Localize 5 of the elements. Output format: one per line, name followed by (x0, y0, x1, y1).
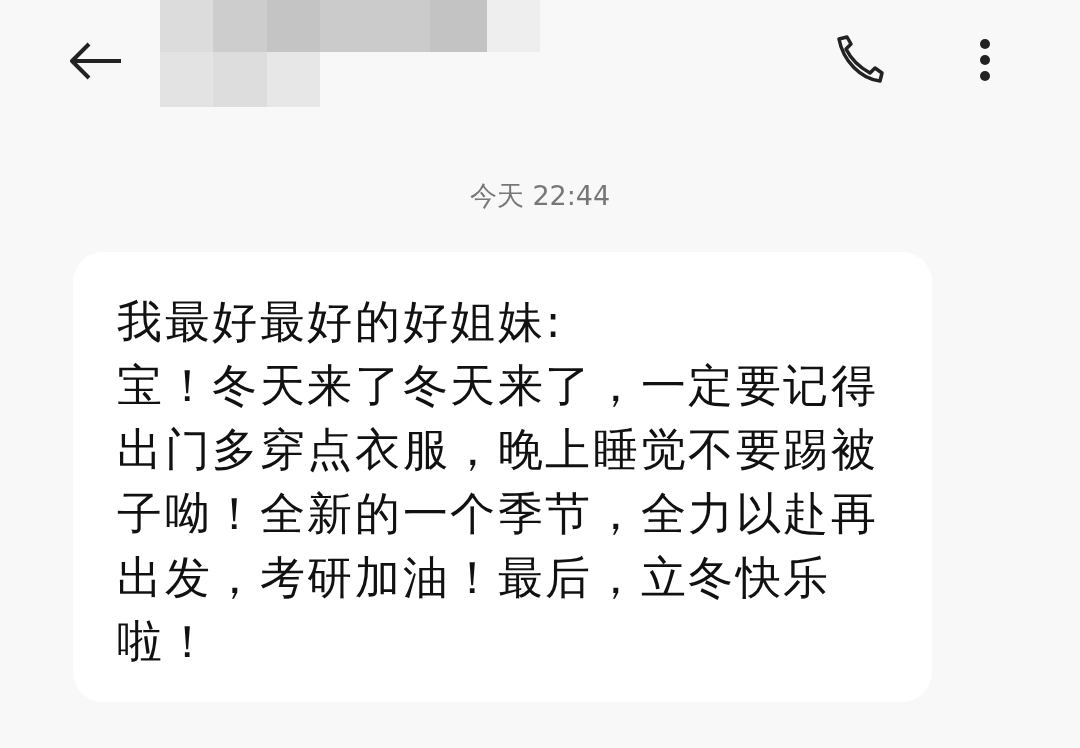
more-options-icon[interactable] (978, 38, 992, 82)
message-bubble: 我最好最好的好姐妹: 宝！冬天来了冬天来了，一定要记得出门多穿点衣服，晚上睡觉不要踢被子呦！全新的一个季节，全力以赴再出发，考研加油！最后，立冬快乐啦！ (73, 252, 932, 702)
timestamp: 今天 22:44 (469, 179, 611, 213)
phone-icon[interactable] (835, 33, 885, 85)
back-arrow-icon[interactable] (70, 42, 122, 80)
